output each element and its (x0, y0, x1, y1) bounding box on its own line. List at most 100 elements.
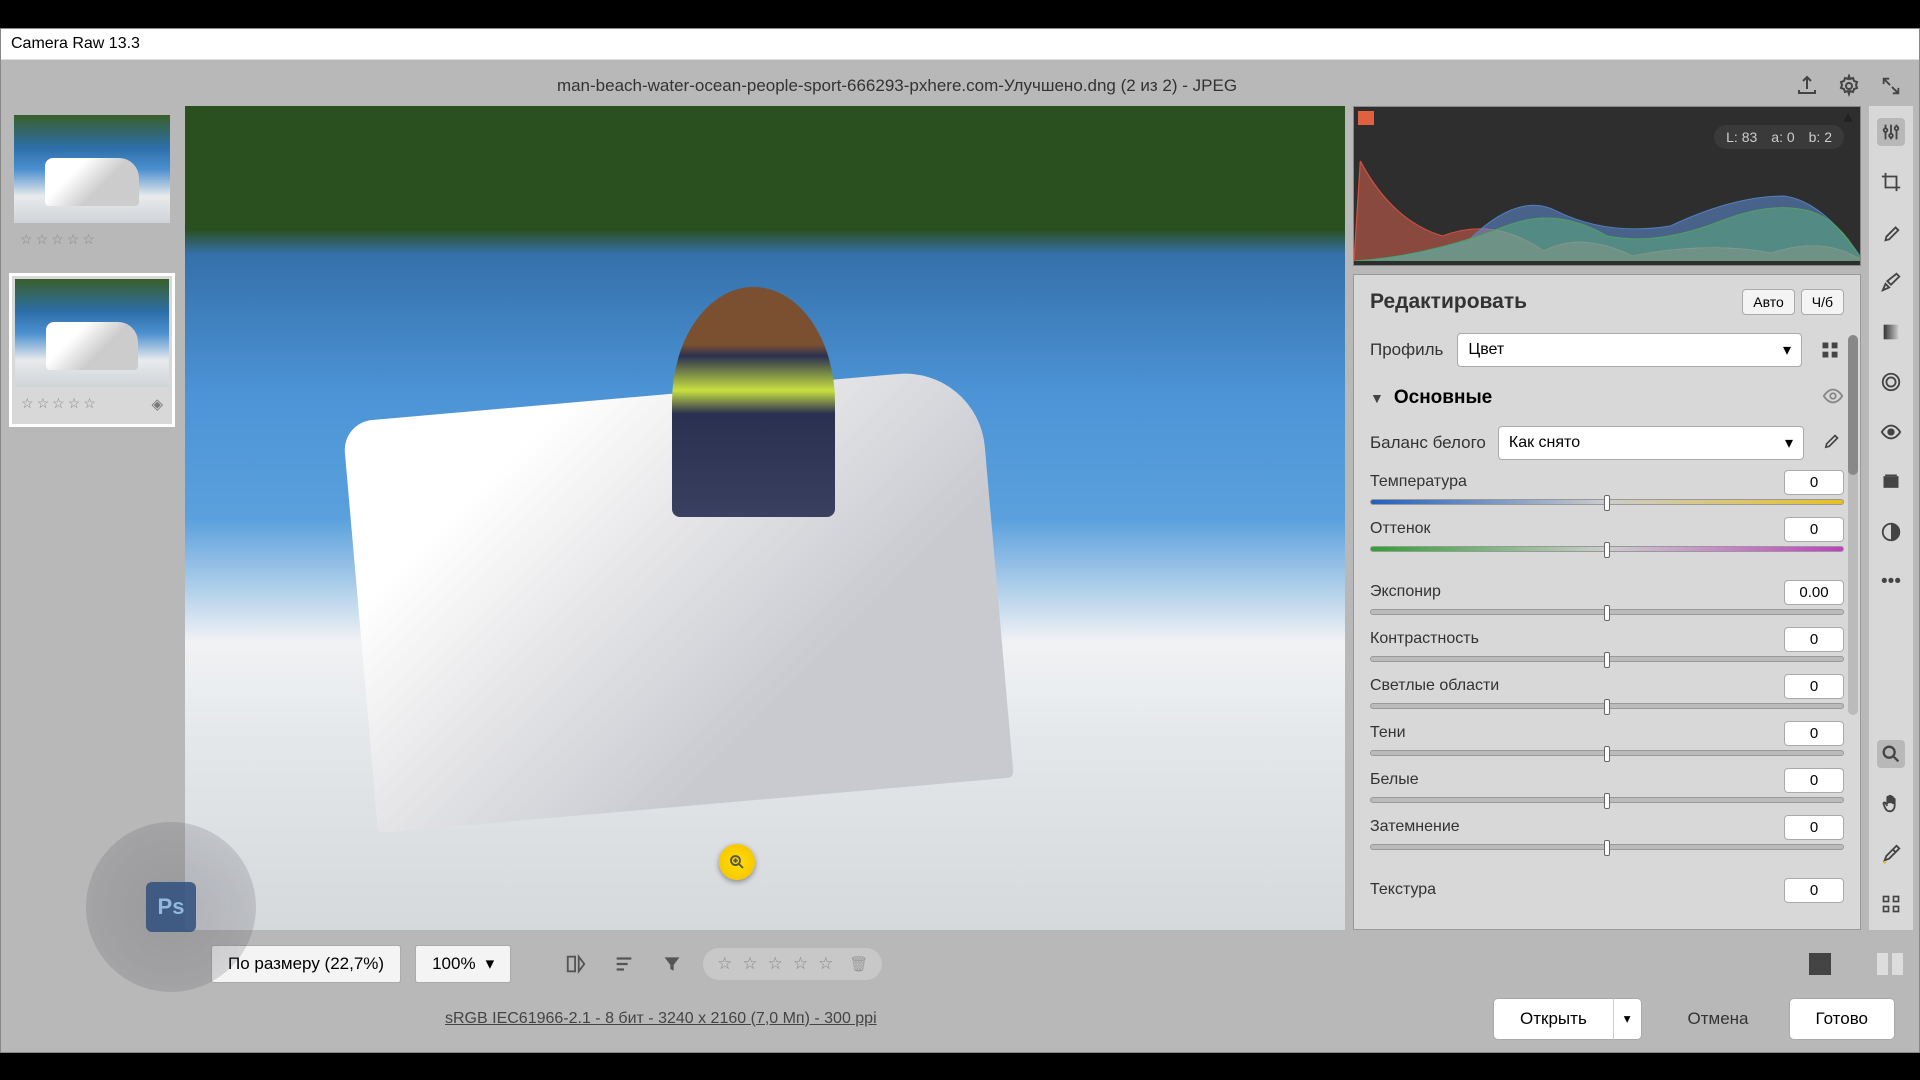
slider-thumb[interactable] (1604, 542, 1610, 558)
slider-value[interactable] (1784, 878, 1844, 903)
profile-select[interactable]: Цвет ▾ (1457, 333, 1802, 367)
slider-value[interactable] (1784, 768, 1844, 793)
panel-scrollbar[interactable] (1848, 335, 1858, 715)
thumbnail-image (15, 279, 169, 387)
wb-eyedropper-icon[interactable] (1816, 429, 1844, 457)
redeye-tool-icon[interactable] (1877, 418, 1905, 446)
basic-title: Основные (1394, 387, 1492, 409)
grid-tool-icon[interactable] (1877, 890, 1905, 918)
color-grading-icon[interactable] (1877, 518, 1905, 546)
slider-value[interactable] (1784, 627, 1844, 652)
zoom-100-button[interactable]: 100%▾ (415, 945, 511, 983)
wb-select[interactable]: Как снято ▾ (1498, 426, 1804, 460)
thumbnail-2[interactable]: ☆☆☆☆☆ ◈ (9, 273, 175, 427)
heal-tool-icon[interactable] (1877, 218, 1905, 246)
slider-value[interactable] (1784, 721, 1844, 746)
settings-icon[interactable] (1835, 72, 1863, 100)
highlight-clip-warning[interactable]: ▲ (1840, 111, 1856, 125)
thumbnail-rating[interactable]: ☆☆☆☆☆ (14, 223, 170, 256)
star-icon[interactable]: ☆ (793, 954, 808, 974)
star-icon: ☆ (51, 231, 64, 248)
fit-zoom-select[interactable]: По размеру (22,7%) (211, 945, 401, 983)
edit-title: Редактировать (1370, 290, 1736, 314)
metadata-link[interactable]: sRGB IEC61966-2.1 - 8 бит - 3240 x 2160 … (445, 1010, 877, 1028)
chevron-down-icon: ▾ (1785, 433, 1793, 453)
histogram[interactable]: ▲ L: 83 a: 0 b: 2 (1353, 106, 1861, 266)
radial-tool-icon[interactable] (1877, 368, 1905, 396)
slider-track[interactable] (1370, 499, 1844, 505)
auto-button[interactable]: Авто (1742, 289, 1795, 315)
star-icon[interactable]: ☆ (818, 954, 833, 974)
zoom-tool-icon[interactable] (1877, 740, 1905, 768)
before-after-icon[interactable] (559, 947, 593, 981)
slider-track[interactable] (1370, 656, 1844, 662)
bw-button[interactable]: Ч/б (1801, 289, 1844, 315)
crop-tool-icon[interactable] (1877, 168, 1905, 196)
star-icon: ☆ (68, 395, 81, 412)
wb-value: Как снято (1509, 434, 1580, 452)
brush-tool-icon[interactable] (1877, 268, 1905, 296)
profile-value: Цвет (1468, 341, 1504, 359)
blacks-slider: Затемнение (1370, 815, 1844, 850)
preview-area[interactable] (185, 106, 1345, 930)
star-icon: ☆ (83, 395, 96, 412)
wb-label: Баланс белого (1370, 433, 1486, 453)
window-title: Camera Raw 13.3 (11, 35, 140, 52)
edit-tool-icon[interactable] (1877, 118, 1905, 146)
star-icon[interactable]: ☆ (742, 954, 757, 974)
shadow-clip-warning[interactable] (1358, 111, 1374, 125)
view-toggle[interactable] (1809, 953, 1831, 975)
slider-value[interactable] (1784, 815, 1844, 840)
slider-value[interactable] (1784, 674, 1844, 699)
highlights-slider: Светлые области (1370, 674, 1844, 709)
basic-section-header[interactable]: ▼ Основные (1370, 385, 1844, 412)
visibility-icon[interactable] (1822, 385, 1844, 412)
slider-thumb[interactable] (1604, 699, 1610, 715)
split-view-icon[interactable] (1892, 953, 1903, 975)
export-icon[interactable] (1793, 72, 1821, 100)
slider-thumb[interactable] (1604, 793, 1610, 809)
split-view-icon[interactable] (1877, 953, 1888, 975)
slider-thumb[interactable] (1604, 495, 1610, 511)
rating-pill[interactable]: ☆ ☆ ☆ ☆ ☆ 🗑 (703, 948, 882, 980)
thumbnail-rating[interactable]: ☆☆☆☆☆ ◈ (15, 387, 169, 421)
trash-icon[interactable]: 🗑 (849, 955, 868, 973)
slider-track[interactable] (1370, 609, 1844, 615)
open-button[interactable]: Открыть (1493, 998, 1614, 1040)
slider-label: Белые (1370, 771, 1419, 789)
star-icon[interactable]: ☆ (717, 954, 732, 974)
slider-value[interactable] (1784, 470, 1844, 495)
snapshot-tool-icon[interactable] (1877, 468, 1905, 496)
hand-tool-icon[interactable] (1877, 790, 1905, 818)
slider-track[interactable] (1370, 844, 1844, 850)
main-row: ☆☆☆☆☆ ☆☆☆☆☆ ◈ (7, 106, 1913, 930)
sampler-tool-icon[interactable] (1877, 840, 1905, 868)
compare-view-toggle[interactable] (1877, 953, 1903, 975)
slider-thumb[interactable] (1604, 840, 1610, 856)
cancel-button[interactable]: Отмена (1662, 999, 1775, 1039)
slider-thumb[interactable] (1604, 746, 1610, 762)
filter-icon[interactable] (655, 947, 689, 981)
profile-browser-icon[interactable] (1816, 336, 1844, 364)
app-body: man-beach-water-ocean-people-sport-66629… (1, 60, 1919, 1052)
single-view-icon[interactable] (1809, 953, 1831, 975)
slider-track[interactable] (1370, 797, 1844, 803)
star-icon[interactable]: ☆ (768, 954, 783, 974)
slider-thumb[interactable] (1604, 652, 1610, 668)
open-dropdown[interactable]: ▾ (1613, 998, 1642, 1040)
more-icon[interactable]: ••• (1877, 568, 1905, 596)
done-button[interactable]: Готово (1789, 998, 1896, 1040)
slider-thumb[interactable] (1604, 605, 1610, 621)
slider-track[interactable] (1370, 546, 1844, 552)
fullscreen-icon[interactable] (1877, 72, 1905, 100)
slider-track[interactable] (1370, 750, 1844, 756)
gradient-tool-icon[interactable] (1877, 318, 1905, 346)
scrollbar-thumb[interactable] (1848, 335, 1858, 475)
slider-value[interactable] (1784, 580, 1844, 605)
slider-value[interactable] (1784, 517, 1844, 542)
thumbnail-1[interactable]: ☆☆☆☆☆ (9, 110, 175, 261)
filmstrip: ☆☆☆☆☆ ☆☆☆☆☆ ◈ (7, 106, 177, 930)
slider-label: Текстура (1370, 881, 1436, 899)
sort-icon[interactable] (607, 947, 641, 981)
slider-track[interactable] (1370, 703, 1844, 709)
